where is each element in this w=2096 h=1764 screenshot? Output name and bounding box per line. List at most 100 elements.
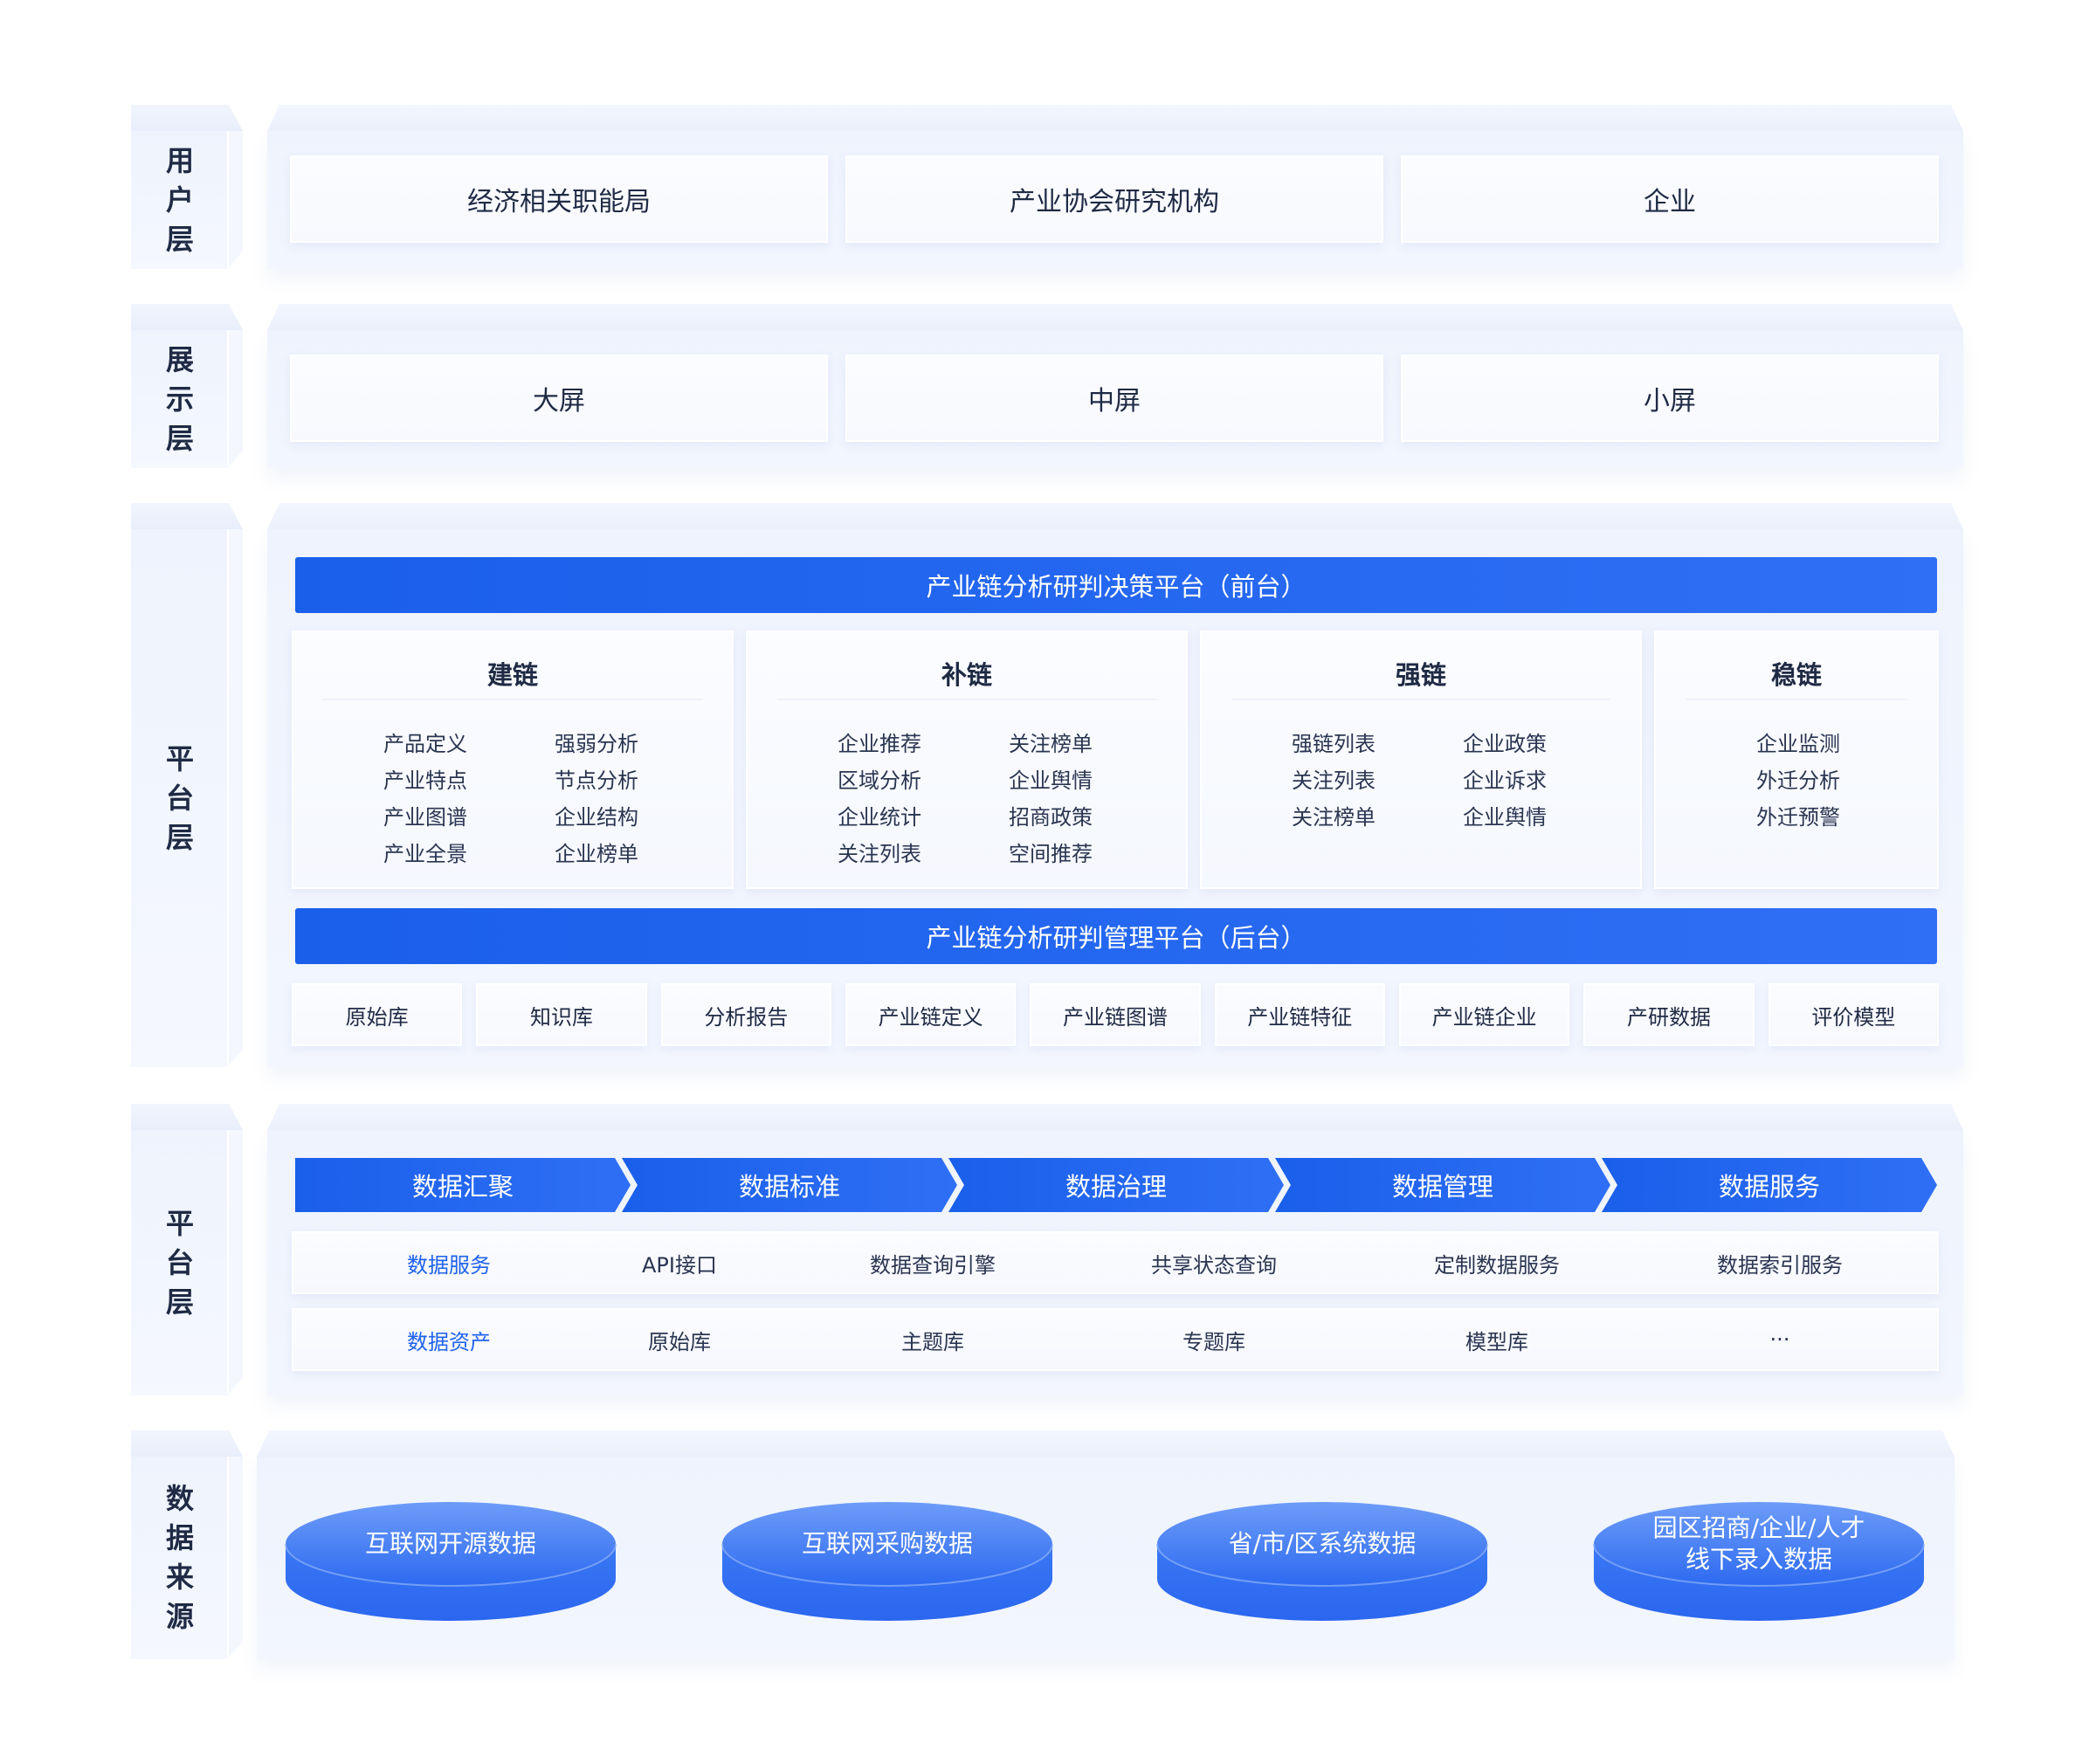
layer-label-data-platform-text: 平台层 [166, 1204, 194, 1322]
data-flow-step[interactable]: 数据治理 [948, 1158, 1284, 1212]
feature-item[interactable]: 企业政策 [1463, 727, 1547, 757]
data-source-cylinder[interactable]: 省/市/区系统数据 [1155, 1492, 1489, 1624]
feature-item[interactable]: 产业全景 [383, 837, 467, 867]
back-item[interactable]: 产业链特征 [1214, 983, 1385, 1046]
data-asset-row: 数据资产 原始库 主题库 专题库 模型库 ··· [292, 1308, 1939, 1371]
feature-item[interactable]: 企业诉求 [1463, 763, 1547, 794]
feature-group-divider [323, 699, 702, 700]
row-item[interactable]: 主题库 [901, 1310, 964, 1369]
layer-label-platform-text: 平台层 [166, 740, 194, 858]
feature-group-divider [777, 699, 1156, 700]
layer-label-char: 据 [165, 1521, 194, 1554]
data-flow-step[interactable]: 数据标准 [622, 1158, 957, 1212]
feature-item[interactable]: 节点分析 [555, 763, 638, 794]
feature-item[interactable]: 产品定义 [383, 727, 467, 757]
row-item[interactable]: 专题库 [1182, 1310, 1245, 1369]
feature-item[interactable]: 企业统计 [838, 800, 921, 830]
feature-item[interactable]: 空间推荐 [1009, 837, 1093, 867]
row-title: 数据资产 [407, 1329, 491, 1354]
feature-item[interactable]: 产业图谱 [383, 800, 467, 830]
feature-item[interactable]: 企业榜单 [555, 837, 638, 867]
back-item[interactable]: 产业链定义 [845, 983, 1017, 1046]
row-item[interactable]: 共享状态查询 [1151, 1233, 1277, 1292]
layer-label-platform: 平台层 [131, 529, 229, 1067]
feature-group-title: 补链 [941, 660, 992, 690]
back-item[interactable]: 知识库 [476, 983, 647, 1046]
data-source-cylinder[interactable]: 园区招商/企业/人才 线下录入数据 [1592, 1492, 1926, 1624]
layer-label-char: 数 [165, 1482, 194, 1515]
layer-label-display: 展示层 [131, 330, 229, 468]
layer-label-char: 层 [165, 421, 194, 455]
data-service-row: 数据服务 API接口 数据查询引擎 共享状态查询 定制数据服务 数据索引服务 [292, 1231, 1939, 1294]
data-platform-panel: 数据汇聚 数据标准 数据治理 数据管理 数据服务 数据服务 API接口 数据查询引擎 共享状态… [267, 1130, 1963, 1395]
feature-item[interactable]: 强链列表 [1292, 727, 1376, 757]
row-item[interactable]: ··· [1770, 1310, 1790, 1369]
front-platform-title: 产业链分析研判决策平台（前台） [295, 557, 1937, 613]
row-item[interactable]: API接口 [642, 1233, 717, 1292]
layer-label-char: 户 [165, 183, 194, 217]
layer-label-char: 台 [165, 781, 194, 815]
feature-item[interactable]: 关注列表 [838, 837, 921, 867]
feature-item[interactable]: 关注榜单 [1292, 800, 1376, 830]
data-source-label: 互联网采购数据 [801, 1529, 973, 1558]
data-flow-step[interactable]: 数据管理 [1275, 1158, 1610, 1212]
layer-label-source: 数据来源 [131, 1457, 229, 1659]
feature-group-build: 建链产品定义产业特点产业图谱产业全景 强弱分析节点分析企业结构企业榜单 [292, 630, 734, 889]
feature-group-stabilize: 稳链 企业监测 外迁分析 外迁预警 [1654, 630, 1939, 889]
feature-item[interactable]: 招商政策 [1009, 800, 1093, 830]
layer-label-char: 平 [165, 741, 194, 775]
data-source-label: 园区招商/企业/人才 线下录入数据 [1652, 1513, 1865, 1574]
data-flow-step[interactable]: 数据汇聚 [295, 1158, 631, 1212]
back-item[interactable]: 产研数据 [1583, 983, 1755, 1046]
data-flow-step[interactable]: 数据服务 [1602, 1158, 1937, 1212]
layer-label-user: 用户层 [131, 131, 229, 269]
feature-item[interactable]: 外迁预警 [1756, 800, 1840, 830]
user-card-bureau[interactable]: 经济相关职能局 [290, 155, 828, 243]
row-item[interactable]: 数据查询引擎 [870, 1233, 996, 1292]
feature-item[interactable]: 企业结构 [555, 800, 638, 830]
feature-item[interactable]: 企业推荐 [838, 727, 921, 757]
display-card-large[interactable]: 大屏 [290, 355, 828, 442]
feature-group-title: 建链 [486, 660, 538, 690]
feature-group-supplement: 补链企业推荐区域分析企业统计关注列表 关注榜单企业舆情招商政策空间推荐 [746, 630, 1188, 889]
layer-label-char: 示 [165, 382, 194, 416]
feature-item[interactable]: 区域分析 [838, 763, 921, 794]
feature-item[interactable]: 企业监测 [1756, 727, 1840, 757]
feature-group-divider [1686, 699, 1907, 700]
display-layer-panel: 大屏 中屏 小屏 [267, 330, 1963, 468]
layer-label-char: 层 [165, 222, 194, 256]
feature-item[interactable]: 关注列表 [1292, 763, 1376, 794]
platform-layer-panel: 产业链分析研判决策平台（前台） 建链产品定义产业特点产业图谱产业全景 强弱分析节点… [267, 529, 1963, 1067]
row-item[interactable]: 定制数据服务 [1434, 1233, 1560, 1292]
back-item[interactable]: 产业链图谱 [1030, 983, 1201, 1046]
layer-label-source-text: 数据来源 [166, 1479, 194, 1637]
data-source-cylinder[interactable]: 互联网开源数据 [284, 1492, 617, 1624]
back-item[interactable]: 分析报告 [660, 983, 831, 1046]
layer-label-char: 层 [165, 820, 194, 854]
row-item[interactable]: 原始库 [648, 1310, 711, 1369]
back-item[interactable]: 评价模型 [1768, 983, 1939, 1046]
layer-label-char: 层 [165, 1285, 194, 1319]
layer-label-char: 台 [165, 1245, 194, 1279]
user-card-enterprise[interactable]: 企业 [1401, 155, 1939, 243]
display-card-small[interactable]: 小屏 [1401, 355, 1939, 442]
feature-item[interactable]: 企业舆情 [1463, 800, 1547, 830]
display-card-medium[interactable]: 中屏 [845, 355, 1383, 442]
row-item[interactable]: 模型库 [1465, 1310, 1528, 1369]
layer-label-char: 用 [165, 143, 194, 177]
feature-group-strengthen: 强链 强链列表 关注列表 关注榜单 企业政策 企业诉求 企业舆情 [1200, 630, 1642, 889]
data-source-panel: 互联网开源数据 互联网采购数据 省/市/区系统数据 园区招商/企业/人才 线下录入数据 [257, 1457, 1955, 1659]
feature-item[interactable]: 外迁分析 [1756, 763, 1840, 794]
feature-item[interactable]: 强弱分析 [555, 727, 638, 757]
row-item[interactable]: 数据索引服务 [1717, 1233, 1843, 1292]
layer-label-user-text: 用户层 [166, 141, 194, 259]
layer-label-char: 展 [165, 342, 194, 376]
feature-item[interactable]: 企业舆情 [1009, 763, 1093, 794]
layer-label-char: 来 [165, 1561, 194, 1594]
back-item[interactable]: 原始库 [292, 983, 463, 1046]
back-item[interactable]: 产业链企业 [1399, 983, 1570, 1046]
feature-item[interactable]: 关注榜单 [1009, 727, 1093, 757]
data-source-cylinder[interactable]: 互联网采购数据 [720, 1492, 1054, 1624]
feature-item[interactable]: 产业特点 [383, 763, 467, 794]
user-card-association[interactable]: 产业协会研究机构 [845, 155, 1383, 243]
